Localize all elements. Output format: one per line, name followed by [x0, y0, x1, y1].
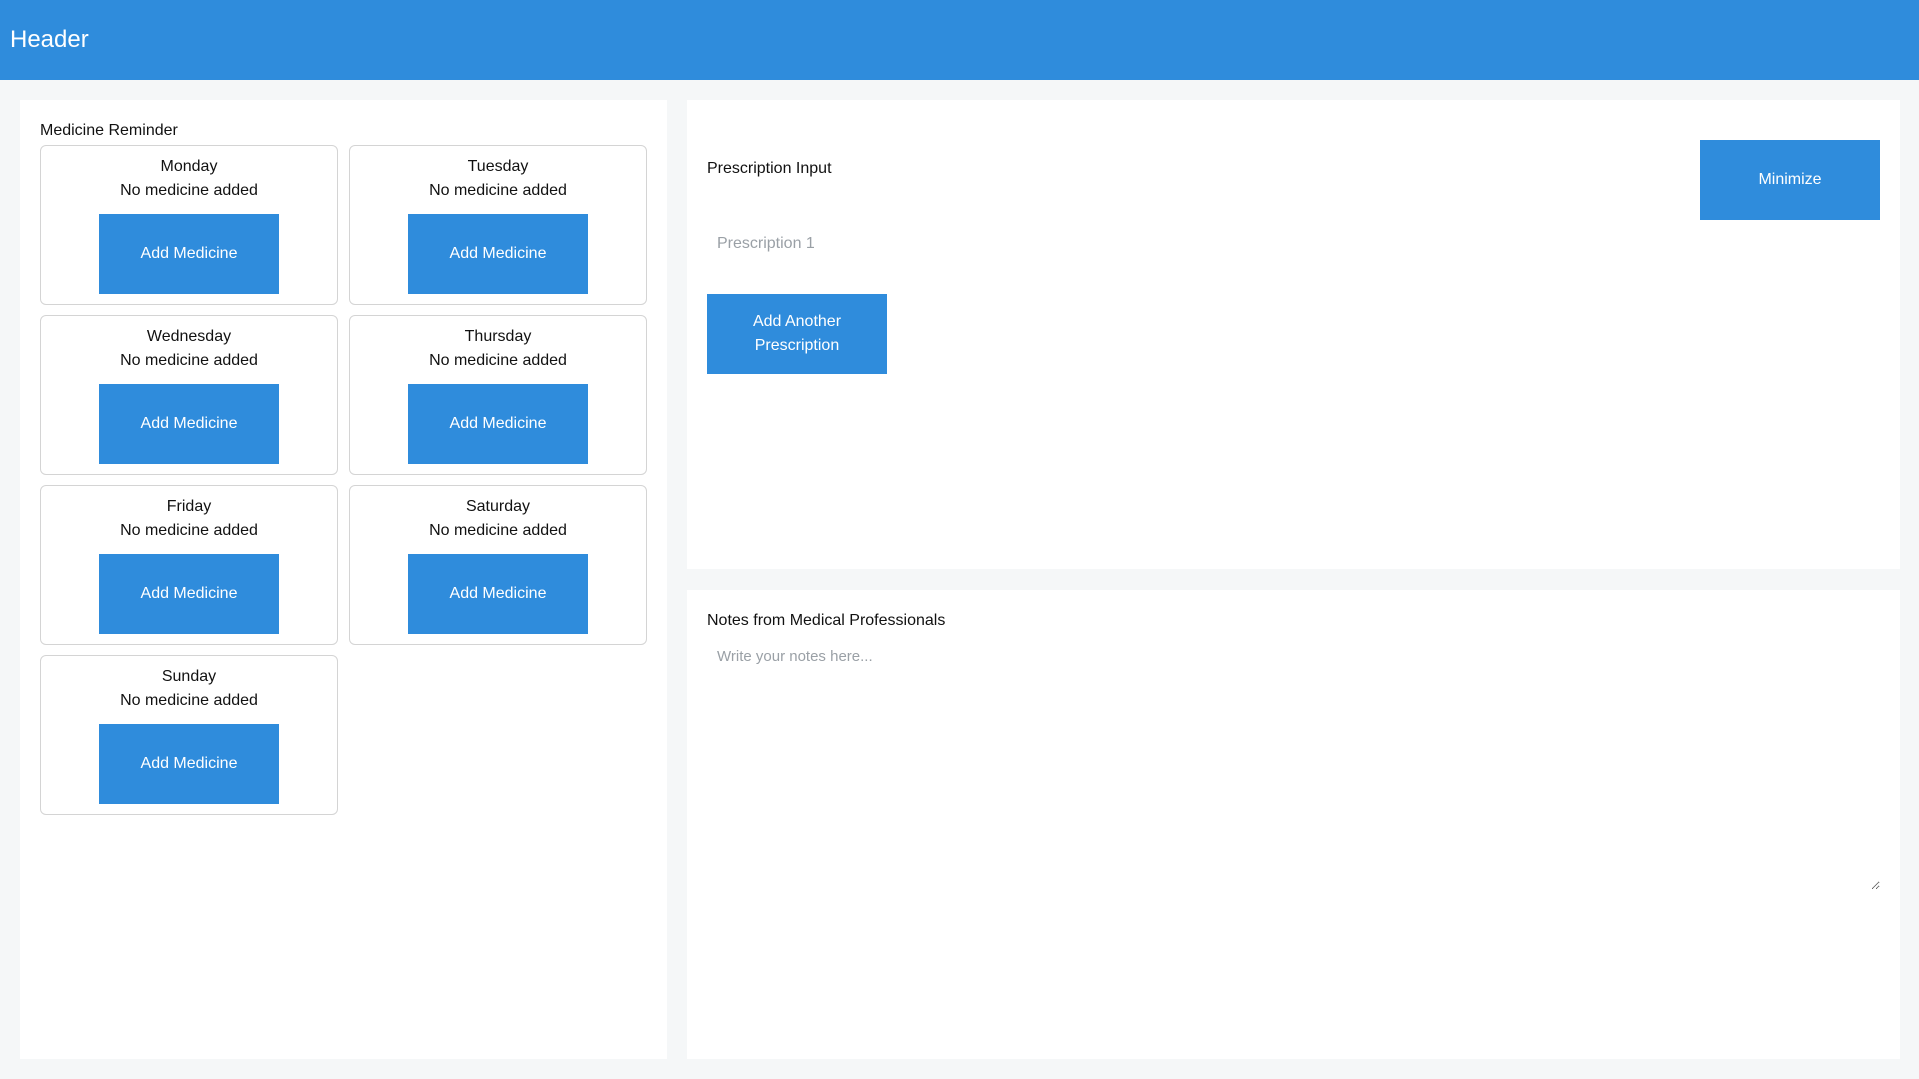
- day-card-friday: Friday No medicine added Add Medicine: [40, 485, 338, 645]
- add-medicine-button-thursday[interactable]: Add Medicine: [408, 384, 588, 464]
- header-title: Header: [10, 26, 89, 53]
- day-card-wednesday: Wednesday No medicine added Add Medicine: [40, 315, 338, 475]
- prescription-input-panel: Prescription Input Minimize Add Another …: [687, 100, 1900, 569]
- day-name: Wednesday: [146, 328, 232, 345]
- day-name: Saturday: [465, 498, 531, 515]
- add-medicine-button-saturday[interactable]: Add Medicine: [408, 554, 588, 634]
- day-name: Monday: [160, 158, 218, 175]
- medicine-reminder-title: Medicine Reminder: [40, 122, 178, 139]
- app-header: Header: [0, 0, 1919, 80]
- day-status: No medicine added: [120, 692, 258, 709]
- day-status: No medicine added: [429, 522, 567, 539]
- day-status: No medicine added: [429, 182, 567, 199]
- notes-panel: Notes from Medical Professionals: [687, 590, 1900, 1059]
- day-card-monday: Monday No medicine added Add Medicine: [40, 145, 338, 305]
- day-name: Friday: [166, 498, 212, 515]
- day-status: No medicine added: [120, 182, 258, 199]
- add-another-prescription-button[interactable]: Add Another Prescription: [707, 294, 887, 374]
- minimize-button[interactable]: Minimize: [1700, 140, 1880, 220]
- day-status: No medicine added: [429, 352, 567, 369]
- add-medicine-button-sunday[interactable]: Add Medicine: [99, 724, 279, 804]
- prescription-input-1[interactable]: [707, 226, 1167, 262]
- day-name: Thursday: [464, 328, 532, 345]
- add-medicine-button-tuesday[interactable]: Add Medicine: [408, 214, 588, 294]
- add-medicine-button-wednesday[interactable]: Add Medicine: [99, 384, 279, 464]
- day-card-sunday: Sunday No medicine added Add Medicine: [40, 655, 338, 815]
- add-medicine-button-monday[interactable]: Add Medicine: [99, 214, 279, 294]
- day-card-tuesday: Tuesday No medicine added Add Medicine: [349, 145, 647, 305]
- add-medicine-button-friday[interactable]: Add Medicine: [99, 554, 279, 634]
- notes-title: Notes from Medical Professionals: [707, 612, 946, 629]
- day-name: Sunday: [161, 668, 217, 685]
- day-status: No medicine added: [120, 522, 258, 539]
- day-name: Tuesday: [467, 158, 529, 175]
- medicine-reminder-panel: Medicine Reminder Monday No medicine add…: [20, 100, 667, 1059]
- day-status: No medicine added: [120, 352, 258, 369]
- prescription-input-title: Prescription Input: [707, 160, 832, 177]
- day-card-thursday: Thursday No medicine added Add Medicine: [349, 315, 647, 475]
- notes-textarea[interactable]: [707, 642, 1880, 890]
- day-card-saturday: Saturday No medicine added Add Medicine: [349, 485, 647, 645]
